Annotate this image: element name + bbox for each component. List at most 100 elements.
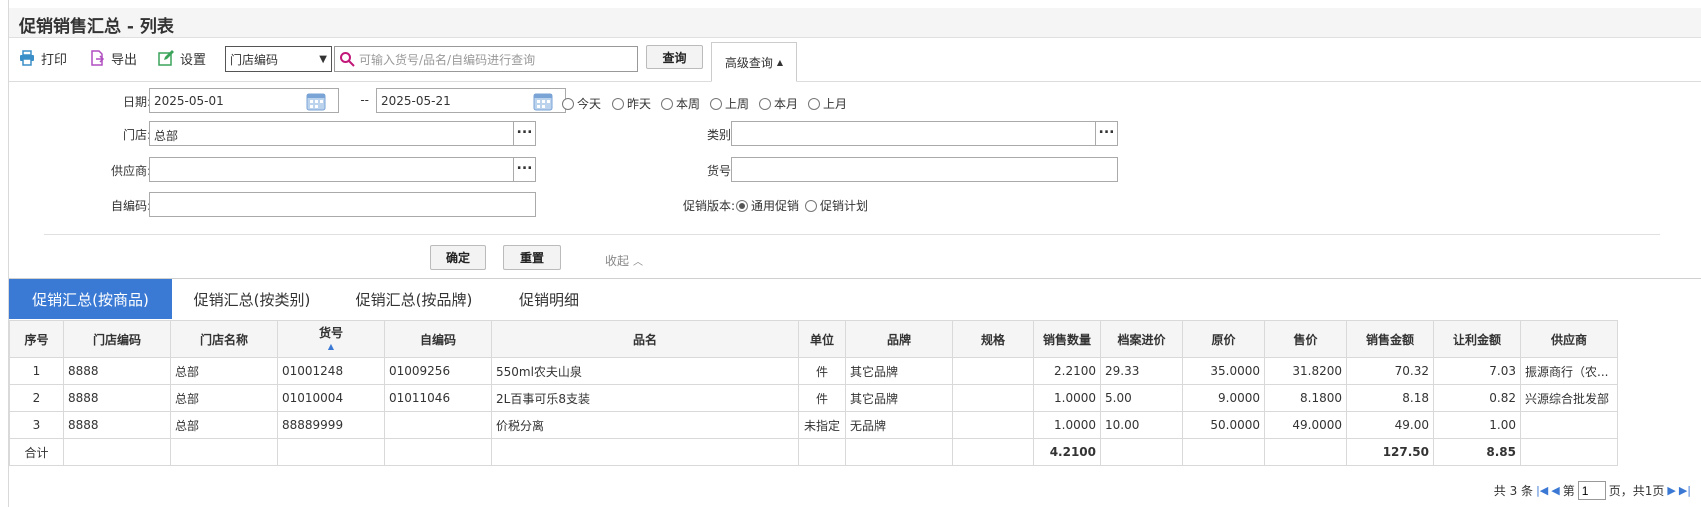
radio-circle [710,97,722,110]
col-header-store-name[interactable]: 门店名称 [170,320,278,358]
col-header-orig-price[interactable]: 原价 [1182,320,1265,358]
page-number-input[interactable] [1577,481,1606,500]
col-header-unit[interactable]: 单位 [798,320,846,358]
table-row[interactable]: 1 8888 总部 01001248 01009256 550ml农夫山泉 件 … [9,357,1618,385]
col-header-sales-qty[interactable]: 销售数量 [1033,320,1101,358]
cell-self-code: 01009256 [384,357,492,385]
query-button[interactable]: 查询 [646,45,703,69]
col-header-brand[interactable]: 品牌 [845,320,953,358]
col-header-self-code[interactable]: 自编码 [384,320,492,358]
cell-item-no: 88889999 [277,411,385,439]
store-code-select[interactable]: 门店编码 ▼ [225,46,332,72]
promo-plan-radio[interactable]: 促销计划 [805,197,868,214]
total-sales-qty: 4.2100 [1033,438,1101,466]
range-today-radio[interactable]: 今天 [562,95,601,112]
category-picker-button[interactable]: ... [1096,121,1118,146]
cell-item-no: 01001248 [277,357,385,385]
cell-discount-amount: 1.00 [1433,411,1521,439]
range-this-week-radio[interactable]: 本周 [661,95,700,112]
item-no-label: 货号: [706,164,735,178]
settings-button[interactable]: 设置 [158,48,206,68]
col-header-item-no[interactable]: 货号 ▲ [277,320,385,358]
range-last-week-label: 上周 [725,97,750,111]
advanced-query-tab[interactable]: 高级查询 ▲ [711,42,797,82]
promo-general-radio[interactable]: 通用促销 [736,197,799,214]
date-separator: -- [360,93,369,107]
store-input[interactable]: 总部 [149,121,514,146]
supplier-input[interactable] [149,157,514,182]
store-code-select-value: 门店编码 [230,52,279,67]
col-header-index[interactable]: 序号 [9,320,64,358]
col-header-sale-price[interactable]: 售价 [1264,320,1347,358]
cell-sale-price: 8.1800 [1264,384,1347,412]
tab-by-product[interactable]: 促销汇总(按商品) [9,279,172,319]
first-page-icon[interactable]: |◀ [1536,484,1548,497]
cell-self-code: 01011046 [384,384,492,412]
col-header-product-name[interactable]: 品名 [491,320,799,358]
cell-index: 2 [9,384,64,412]
export-button[interactable]: 导出 [89,48,137,68]
col-header-supplier[interactable]: 供应商 [1520,320,1618,358]
col-header-sales-amount[interactable]: 销售金额 [1346,320,1434,358]
total-cell [952,438,1034,466]
prev-page-icon[interactable]: ◀ [1551,484,1559,497]
supplier-picker-button[interactable]: ... [514,157,536,182]
table-header-row: 序号 门店编码 门店名称 货号 ▲ 自编码 品名 单位 品牌 规格 销售数量 档… [9,320,1618,358]
search-input[interactable]: 可输入货号/品名/自编码进行查询 [334,46,638,72]
total-cell [170,438,278,466]
range-this-month-label: 本月 [774,97,799,111]
range-this-month-radio[interactable]: 本月 [759,95,798,112]
col-header-file-cost[interactable]: 档案进价 [1100,320,1183,358]
collapse-link[interactable]: 收起 ︿ [605,252,643,269]
cell-sales-amount: 49.00 [1346,411,1434,439]
total-cell [277,438,385,466]
range-last-month-radio[interactable]: 上月 [808,95,847,112]
calendar-icon[interactable] [306,91,326,111]
table-row[interactable]: 3 8888 总部 88889999 价税分离 未指定 无品牌 1.0000 1… [9,411,1618,439]
category-input[interactable] [731,121,1096,146]
cell-store-name: 总部 [170,384,278,412]
next-page-icon[interactable]: ▶ [1667,484,1675,497]
cell-item-no: 01010004 [277,384,385,412]
radio-circle [759,97,771,110]
chevron-up-icon: ︿ [633,257,644,268]
date-label: 日期: [122,95,151,109]
confirm-button[interactable]: 确定 [430,245,486,270]
range-yesterday-radio[interactable]: 昨天 [612,95,651,112]
cell-spec [952,357,1034,385]
page-title: 促销销售汇总 - 列表 [19,17,174,37]
col-header-store-code[interactable]: 门店编码 [63,320,171,358]
promo-general-label: 通用促销 [751,199,800,213]
col-header-item-no-label: 货号 [318,326,343,340]
tab-detail[interactable]: 促销明细 [509,279,589,319]
reset-button[interactable]: 重置 [503,245,561,270]
sort-asc-icon: ▲ [327,342,335,351]
cell-sales-qty: 1.0000 [1033,384,1101,412]
cell-discount-amount: 0.82 [1433,384,1521,412]
cell-spec [952,411,1034,439]
col-header-spec[interactable]: 规格 [952,320,1034,358]
col-header-discount-amount[interactable]: 让利金额 [1433,320,1521,358]
total-cell [63,438,171,466]
tab-by-brand[interactable]: 促销汇总(按品牌) [339,279,489,319]
cell-file-cost: 10.00 [1100,411,1183,439]
search-icon [340,52,355,67]
range-last-week-radio[interactable]: 上周 [710,95,749,112]
cell-product-name: 价税分离 [491,411,799,439]
last-page-icon[interactable]: ▶| [1679,484,1691,497]
tab-by-category[interactable]: 促销汇总(按类别) [177,279,327,319]
store-picker-button[interactable]: ... [514,121,536,146]
export-label: 导出 [111,52,138,68]
item-no-input[interactable] [731,157,1118,182]
print-button[interactable]: 打印 [19,48,67,68]
store-label: 门店: [122,128,151,142]
total-cell [1264,438,1347,466]
window: 促销销售汇总 - 列表 打印 导出 设置 门店编码 ▼ 可输入货号/品名/自编码… [8,0,1701,507]
calendar-icon[interactable] [533,91,553,111]
cell-sales-amount: 8.18 [1346,384,1434,412]
table-row[interactable]: 2 8888 总部 01010004 01011046 2L百事可乐8支装 件 … [9,384,1618,412]
self-code-label: 自编码: [110,199,151,213]
radio-circle [661,97,673,110]
radio-circle [612,97,624,110]
self-code-input[interactable] [149,192,536,217]
